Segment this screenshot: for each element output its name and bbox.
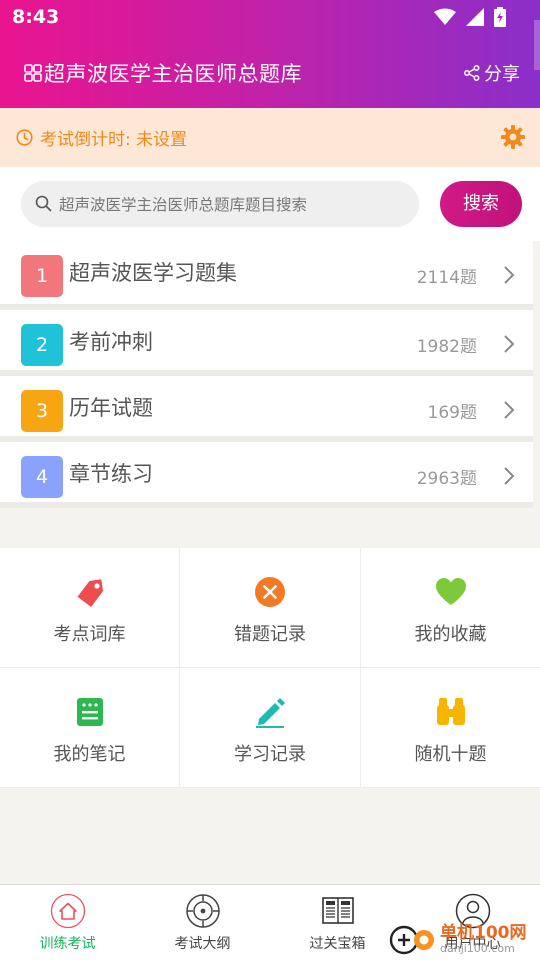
chevron-right-icon bbox=[504, 401, 515, 419]
grid-item-wrong-answers[interactable]: 错题记录 bbox=[180, 548, 361, 668]
grid-item-keypoints[interactable]: 考点词库 bbox=[0, 548, 180, 668]
list-item-label: 超声波医学习题集 bbox=[69, 261, 237, 285]
signal-icon bbox=[466, 8, 484, 26]
list-item-sprint[interactable]: 2 考前冲刺 1982题 bbox=[0, 310, 533, 376]
search-input[interactable]: 超声波医学主治医师总题库题目搜索 bbox=[21, 181, 419, 227]
wifi-icon bbox=[434, 8, 456, 25]
status-time: 8:43 bbox=[12, 6, 60, 28]
number-badge: 4 bbox=[21, 456, 63, 498]
clock-icon bbox=[16, 129, 33, 146]
target-icon bbox=[185, 894, 220, 928]
list-item-past-exams[interactable]: 3 历年试题 169题 bbox=[0, 376, 533, 442]
search-icon bbox=[35, 195, 52, 212]
search-button[interactable]: 搜索 bbox=[440, 181, 522, 227]
search-placeholder: 超声波医学主治医师总题库题目搜索 bbox=[59, 196, 308, 214]
feature-grid: 考点词库 错题记录 我的收藏 我的笔记 学习记录 随机十题 bbox=[0, 548, 540, 788]
list-item-label: 历年试题 bbox=[69, 396, 153, 420]
title-bar: 超声波医学主治医师总题库 分享 bbox=[0, 50, 540, 94]
gear-icon[interactable] bbox=[500, 124, 526, 150]
list-item-chapter-practice[interactable]: 4 章节练习 2963题 bbox=[0, 442, 533, 508]
number-badge: 3 bbox=[21, 390, 63, 432]
nav-label: 过关宝箱 bbox=[309, 936, 366, 952]
system-icons bbox=[434, 7, 506, 27]
grid-item-label: 随机十题 bbox=[414, 744, 487, 765]
battery-icon bbox=[494, 7, 506, 27]
status-bar: 8:43 bbox=[0, 0, 540, 38]
app-header: 8:43 超声波医学主治医师总题库 分享 bbox=[0, 0, 540, 108]
nav-item-treasure[interactable]: 过关宝箱 bbox=[270, 885, 405, 960]
number-badge: 1 bbox=[21, 255, 63, 297]
watermark-text: 单机100网 bbox=[440, 923, 527, 943]
share-icon bbox=[464, 65, 480, 81]
share-label: 分享 bbox=[484, 64, 520, 85]
notebook-icon bbox=[76, 698, 103, 726]
chevron-right-icon bbox=[504, 266, 515, 284]
heart-icon bbox=[435, 578, 466, 605]
grid-item-label: 考点词库 bbox=[53, 624, 126, 645]
newspaper-icon bbox=[321, 897, 354, 924]
grid-item-label: 学习记录 bbox=[234, 744, 306, 765]
grid-item-study-history[interactable]: 学习记录 bbox=[180, 668, 361, 788]
question-bank-list: 1 超声波医学习题集 2114题 2 考前冲刺 1982题 3 历年试题 169… bbox=[0, 241, 540, 508]
home-icon bbox=[50, 893, 85, 929]
list-item-count: 2963题 bbox=[416, 469, 477, 489]
number-badge: 2 bbox=[21, 324, 63, 366]
grid-item-favorites[interactable]: 我的收藏 bbox=[361, 548, 540, 668]
watermark-logo-icon bbox=[389, 925, 434, 955]
grid-item-label: 错题记录 bbox=[234, 624, 306, 645]
countdown-bar[interactable]: 考试倒计时: 未设置 bbox=[0, 108, 540, 167]
watermark: 单机100网 danji100.com bbox=[388, 918, 538, 960]
nav-label: 考试大纲 bbox=[174, 936, 231, 952]
countdown-text: 考试倒计时: 未设置 bbox=[40, 130, 188, 150]
chevron-right-icon bbox=[504, 335, 515, 353]
list-item-label: 考前冲刺 bbox=[69, 330, 153, 354]
list-item-count: 1982题 bbox=[416, 337, 477, 357]
close-circle-icon bbox=[255, 577, 285, 607]
page-title: 超声波医学主治医师总题库 bbox=[44, 62, 302, 86]
grid-item-label: 我的收藏 bbox=[414, 624, 487, 645]
search-area: 超声波医学主治医师总题库题目搜索 搜索 bbox=[0, 167, 540, 241]
grid-icon bbox=[24, 64, 42, 82]
list-item-count: 169题 bbox=[427, 403, 477, 423]
grid-item-notes[interactable]: 我的笔记 bbox=[0, 668, 180, 788]
pencil-icon bbox=[256, 698, 285, 728]
list-item-exercises[interactable]: 1 超声波医学习题集 2114题 bbox=[0, 241, 533, 310]
grid-item-random-ten[interactable]: 随机十题 bbox=[361, 668, 540, 788]
list-item-count: 2114题 bbox=[416, 268, 477, 288]
list-item-label: 章节练习 bbox=[69, 462, 153, 486]
watermark-url: danji100.com bbox=[440, 942, 515, 955]
chevron-right-icon bbox=[504, 467, 515, 485]
binoculars-icon bbox=[436, 698, 465, 725]
nav-label: 训练考试 bbox=[39, 936, 96, 952]
nav-item-syllabus[interactable]: 考试大纲 bbox=[135, 885, 270, 960]
tag-icon bbox=[77, 579, 103, 607]
nav-item-training[interactable]: 训练考试 bbox=[0, 885, 135, 960]
share-button[interactable]: 分享 bbox=[464, 60, 520, 86]
grid-item-label: 我的笔记 bbox=[53, 744, 126, 765]
